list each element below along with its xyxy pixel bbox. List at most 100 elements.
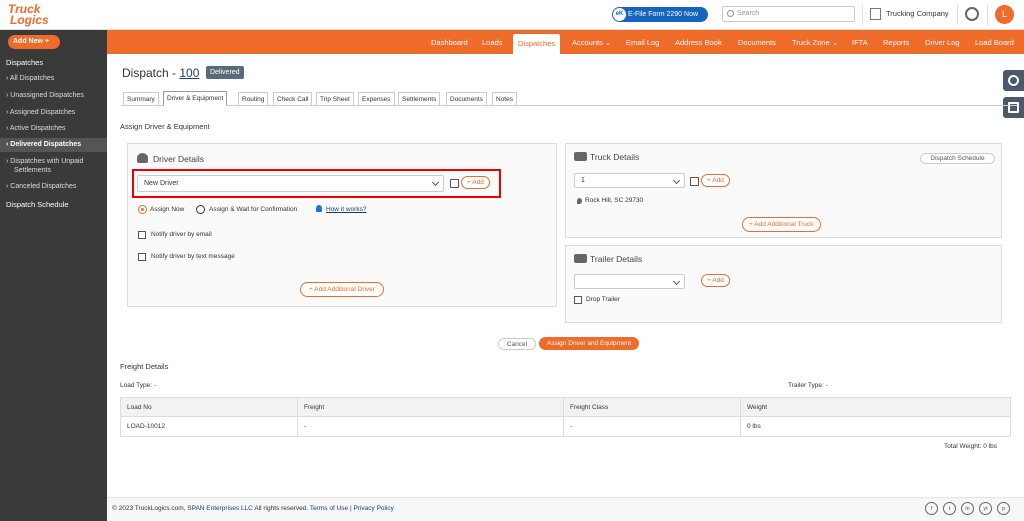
divider <box>862 5 863 25</box>
divider <box>957 5 958 25</box>
cancel-button[interactable]: Cancel <box>498 338 536 350</box>
drop-trailer-label: Drop Trailer <box>586 296 620 303</box>
privacy-policy-link[interactable]: Privacy Policy <box>353 505 393 512</box>
edit-truck-icon[interactable] <box>690 177 699 186</box>
trailer-icon <box>574 254 587 263</box>
span-enterprises-link[interactable]: SPAN Enterprises LLC <box>187 505 253 512</box>
tab-trip-sheet[interactable]: Trip Sheet <box>316 92 354 106</box>
cell-freight-class: - <box>563 416 741 437</box>
tab-expenses[interactable]: Expenses <box>358 92 395 106</box>
col-freight-class: Freight Class <box>563 397 741 417</box>
page-title: Dispatch - 100 <box>122 66 199 80</box>
add-truck-button[interactable]: + Add <box>701 174 730 187</box>
terms-of-use-link[interactable]: Terms of Use <box>310 505 348 512</box>
add-additional-truck-button[interactable]: + Add Additional Truck <box>742 217 821 232</box>
table-header-row: Load No Freight Freight Class Weight <box>120 397 1011 417</box>
assign-driver-equipment-button[interactable]: Assign Driver and Equipment <box>539 337 639 350</box>
notify-email-checkbox[interactable] <box>138 231 146 239</box>
add-new-button[interactable]: Add New + <box>8 35 60 49</box>
sidebar-item-dispatch-schedule[interactable]: Dispatch Schedule <box>6 200 69 209</box>
sidebar-item-active-dispatches[interactable]: › Active Dispatches <box>0 124 107 134</box>
efile-label: E-File Form 2290 Now <box>628 11 699 18</box>
add-additional-driver-button[interactable]: + Add Additional Driver <box>300 282 384 297</box>
tab-notes[interactable]: Notes <box>492 92 517 106</box>
load-type: Load Type: - <box>120 382 157 389</box>
trailer-select[interactable] <box>574 274 685 289</box>
tab-settlements[interactable]: Settlements <box>398 92 441 106</box>
pinterest-icon[interactable]: p <box>997 502 1010 515</box>
twitter-icon[interactable]: t <box>943 502 956 515</box>
search-icon <box>727 10 734 17</box>
youtube-icon[interactable]: yt <box>979 502 992 515</box>
assign-now-radio[interactable] <box>138 205 147 214</box>
truck-details-title: Truck Details <box>590 152 640 162</box>
linkedin-icon[interactable]: in <box>961 502 974 515</box>
table-row: LOAD-10012 - - 0 lbs <box>120 416 1011 437</box>
tab-check-call[interactable]: Check Call <box>273 92 313 106</box>
sidebar-item-unassigned-dispatches[interactable]: › Unassigned Dispatches <box>0 91 107 101</box>
facebook-icon[interactable]: f <box>925 502 938 515</box>
footer-copyright: © 2023 TruckLogics.com, <box>112 505 188 512</box>
col-load-no: Load No <box>120 397 298 417</box>
dispatch-number-link[interactable]: 100 <box>179 66 199 80</box>
nav-accounts[interactable]: Accounts ⌄ <box>572 30 611 54</box>
page-title-prefix: Dispatch - <box>122 66 180 80</box>
document-icon <box>1008 102 1019 113</box>
nav-loads[interactable]: Loads <box>482 30 502 54</box>
efile-2290-button[interactable]: eK E-File Form 2290 Now <box>612 7 708 22</box>
driver-details-title: Driver Details <box>153 154 205 164</box>
nav-load-board[interactable]: Load Board <box>975 30 1014 54</box>
main-nav: Dashboard Loads Dispatches Accounts ⌄ Em… <box>107 30 1024 54</box>
gear-icon <box>1008 75 1019 86</box>
freight-table: Load No Freight Freight Class Weight LOA… <box>120 397 1011 437</box>
nav-documents[interactable]: Documents <box>738 30 776 54</box>
nav-ifta[interactable]: IFTA <box>852 30 868 54</box>
trailer-details-title: Trailer Details <box>590 254 643 264</box>
cell-load-no: LOAD-10012 <box>120 416 298 437</box>
tab-documents[interactable]: Documents <box>446 92 487 106</box>
notes-float-button[interactable] <box>1003 97 1024 118</box>
sidebar-item-delivered-dispatches[interactable]: › Delivered Dispatches <box>0 138 107 152</box>
trucklogics-logo[interactable]: Truck Logics <box>8 3 60 27</box>
status-badge: Delivered <box>206 66 244 79</box>
assign-section-title: Assign Driver & Equipment <box>120 122 210 131</box>
nav-reports[interactable]: Reports <box>883 30 909 54</box>
sidebar-item-assigned-dispatches[interactable]: › Assigned Dispatches <box>0 108 107 118</box>
nav-driver-log[interactable]: Driver Log <box>925 30 960 54</box>
assign-wait-radio[interactable] <box>196 205 205 214</box>
tab-summary[interactable]: Summary <box>123 92 159 106</box>
notify-text-label: Notify driver by text message <box>151 253 235 260</box>
avatar[interactable]: L <box>995 5 1014 24</box>
assign-now-label: Assign Now <box>150 206 185 213</box>
dispatch-schedule-button[interactable]: Dispatch Schedule <box>920 153 995 164</box>
gear-icon[interactable] <box>965 7 979 21</box>
footer-rights: All rights reserved. <box>252 505 310 512</box>
drop-trailer-checkbox[interactable] <box>574 296 582 304</box>
trailer-type: Trailer Type: - <box>788 382 828 389</box>
truck-select-value: 1 <box>581 177 585 184</box>
chevron-down-icon <box>672 176 681 185</box>
sidebar: Add New + Dispatches › All Dispatches › … <box>0 30 107 521</box>
sidebar-item-canceled-dispatches[interactable]: › Canceled Dispatches <box>0 182 107 192</box>
nav-truck-zone[interactable]: Truck Zone ⌄ <box>792 30 838 54</box>
sidebar-section-dispatches[interactable]: Dispatches <box>6 58 43 67</box>
add-trailer-button[interactable]: + Add <box>701 274 730 287</box>
search-input[interactable]: Search <box>722 6 855 22</box>
tab-routing[interactable]: Routing <box>238 92 269 106</box>
nav-dashboard[interactable]: Dashboard <box>431 30 468 54</box>
sidebar-item-all-dispatches[interactable]: › All Dispatches <box>0 74 107 84</box>
company-name: Trucking Company <box>886 9 949 18</box>
sidebar-item-unpaid-settlements-line2[interactable]: Settlements <box>0 166 107 176</box>
truck-select[interactable]: 1 <box>574 173 685 188</box>
col-weight: Weight <box>740 397 1011 417</box>
settings-float-button[interactable] <box>1003 70 1024 91</box>
nav-address-book[interactable]: Address Book <box>675 30 722 54</box>
tab-driver-equipment[interactable]: Driver & Equipment <box>163 91 228 106</box>
highlight-box <box>132 169 501 198</box>
nav-dispatches[interactable]: Dispatches <box>513 34 561 54</box>
nav-email-log[interactable]: Email Log <box>626 30 659 54</box>
cell-weight: 0 lbs <box>740 416 1011 437</box>
how-it-works-link[interactable]: How it works? <box>326 206 366 213</box>
notify-text-checkbox[interactable] <box>138 253 146 261</box>
company-switcher[interactable]: Trucking Company <box>870 7 949 21</box>
